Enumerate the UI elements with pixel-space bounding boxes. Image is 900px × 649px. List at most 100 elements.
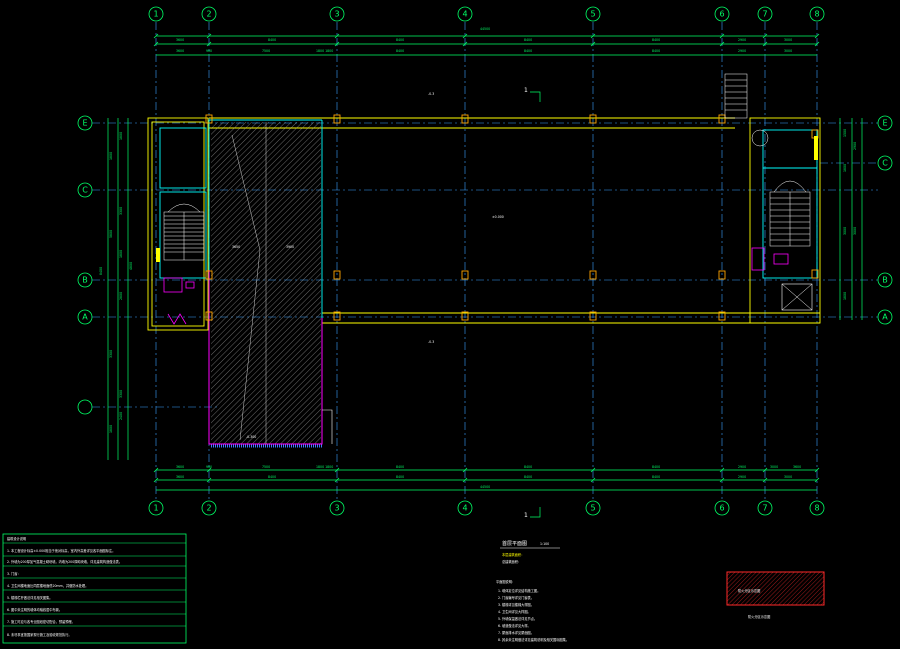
svg-text:2900: 2900	[853, 142, 857, 150]
axis-label-top-8: 8	[814, 10, 819, 19]
plan-note-2: 2. 门窗编号详见门窗表。	[498, 595, 534, 600]
axis-label-row-e-right: E	[882, 119, 887, 128]
fire-zone-stamp: 防火分区示意图 防火分区示意图	[726, 571, 825, 619]
svg-text:1500: 1500	[843, 129, 847, 137]
plan-note-3: 3. 楼梯详见楼梯大样图。	[498, 602, 534, 607]
axis-label-top-5: 5	[590, 10, 595, 19]
svg-text:3300: 3300	[109, 350, 113, 358]
svg-text:8400: 8400	[396, 49, 404, 53]
svg-text:3600: 3600	[176, 465, 184, 469]
title-block: 首层平面图 1:100 本层建筑面积： 总建筑面积： 平面图说明： 1. 墙体定…	[496, 540, 569, 642]
svg-text:2900: 2900	[738, 475, 746, 479]
area-line-1: 本层建筑面积：	[502, 552, 524, 557]
axis-label-row-c-right: C	[882, 159, 888, 168]
bottom-dims-row1: 3600 900 7500 1800 1800 8400 8400 8400 2…	[176, 465, 801, 469]
svg-text:7500: 7500	[262, 465, 270, 469]
svg-text:8400: 8400	[99, 267, 103, 275]
svg-text:1800 1800: 1800 1800	[316, 49, 333, 53]
svg-text:8400: 8400	[652, 49, 660, 53]
svg-text:8400: 8400	[524, 38, 532, 42]
left-staircase	[163, 203, 205, 261]
svg-text:3300: 3300	[119, 207, 123, 215]
axis-label-top-4: 4	[462, 10, 467, 19]
axis-mark-bottom: 1	[524, 512, 528, 519]
svg-text:1800 1800: 1800 1800	[316, 465, 333, 469]
svg-text:1800: 1800	[843, 292, 847, 300]
svg-text:3600: 3600	[176, 38, 184, 42]
right-wing-magenta	[751, 247, 789, 271]
drawing-title: 首层平面图	[502, 540, 527, 547]
horizontal-grid-lines	[92, 122, 878, 408]
svg-text:3000: 3000	[784, 38, 792, 42]
plan-note-5: 5. 外墙保温做法详见节点。	[498, 616, 537, 621]
svg-text:8400: 8400	[652, 38, 660, 42]
ramp-span-dim: 3900	[286, 245, 294, 249]
svg-text:900: 900	[206, 465, 212, 469]
note-line-5: 5. 楼梯栏杆做法详见相关图集。	[7, 595, 53, 600]
level-marker-top: -0.3	[428, 92, 434, 96]
ramp-side-wall	[322, 409, 333, 444]
note-line-7: 7. 施工时应与各专业图纸密切配合，预留预埋。	[7, 619, 75, 624]
top-dims-row2: 3600 900 7500 1800 1800 8400 8400 8400 2…	[176, 49, 792, 53]
axis-label-top-7: 7	[762, 10, 767, 19]
axis-label-row-b-left: B	[82, 276, 88, 285]
svg-text:8400: 8400	[524, 475, 532, 479]
svg-text:8400: 8400	[396, 38, 404, 42]
svg-text:8400: 8400	[268, 475, 276, 479]
svg-text:3600: 3600	[793, 465, 801, 469]
svg-text:3000: 3000	[784, 475, 792, 479]
svg-text:1800: 1800	[119, 250, 123, 258]
svg-text:3000: 3000	[784, 49, 792, 53]
overall-dimension-top: 44500	[480, 27, 490, 31]
svg-text:2900: 2900	[738, 465, 746, 469]
right-top-stair	[724, 73, 769, 147]
floor-plan-drawing: 1 2 3 4 5 6 7 8 1 2 3 4 5 6 7 8 E C B A …	[2, 6, 893, 644]
note-line-4: 4. 卫生间楼地面比同层楼地面低20mm，并做防水处理。	[7, 583, 88, 588]
svg-text:8400: 8400	[524, 49, 532, 53]
row-axis-bubbles	[77, 115, 893, 415]
svg-text:3600: 3600	[176, 475, 184, 479]
svg-text:7500: 7500	[262, 49, 270, 53]
level-marker-center: ±0.000	[492, 215, 504, 219]
axis-label-top-3: 3	[334, 10, 339, 19]
svg-text:900: 900	[206, 49, 212, 53]
note-line-1: 1. 本工程设计标高±0.000相当于绝对标高，室内外高差详见各平面图标注。	[7, 548, 115, 553]
svg-text:4800: 4800	[129, 262, 133, 270]
plan-note-6: 6. 坡道做法详见大样。	[498, 623, 531, 628]
plan-note-1: 1. 墙体定位详见结构施工图。	[498, 588, 540, 593]
axis-label-row-e-left: E	[82, 119, 87, 128]
axis-label-bottom-4: 4	[462, 504, 467, 513]
note-line-3: 3. 门窗：	[7, 571, 21, 576]
note-line-8: 8. 未尽事宜按国家现行施工及验收规范执行。	[7, 632, 72, 637]
drawing-scale: 1:100	[540, 542, 549, 546]
axis-label-top-2: 2	[206, 10, 211, 19]
svg-text:8400: 8400	[396, 465, 404, 469]
axis-mark-top: 1	[524, 87, 528, 94]
right-dims: 1500 1800 3000 3000 1800 2900	[843, 129, 857, 300]
section-marks	[530, 91, 541, 518]
axis-label-row-c-left: C	[82, 186, 88, 195]
fire-zone-caption: 防火分区示意图	[748, 614, 770, 619]
svg-text:1800: 1800	[843, 164, 847, 172]
svg-text:2900: 2900	[738, 49, 746, 53]
plan-note-7: 7. 屋面排水详见屋面图。	[498, 630, 534, 635]
plan-notes-header: 平面图说明：	[496, 579, 515, 584]
svg-text:3000: 3000	[853, 227, 857, 235]
left-door-yellow	[156, 248, 160, 262]
overall-dimension-bottom: 44500	[480, 485, 490, 489]
axis-label-bottom-5: 5	[590, 504, 595, 513]
svg-text:8400: 8400	[652, 465, 660, 469]
right-door-yellow	[814, 136, 818, 160]
ramp-bottom-level: -0.300	[246, 435, 256, 439]
right-staircase	[769, 180, 811, 247]
level-marker-bottom: -0.3	[428, 340, 434, 344]
bottom-dims-row2: 3600 8400 8400 8400 8400 8400 2900 3000	[176, 475, 792, 479]
fire-zone-label: 防火分区示意图	[738, 588, 760, 593]
svg-text:5800: 5800	[109, 230, 113, 238]
axis-label-bottom-7: 7	[762, 504, 767, 513]
axis-label-top-6: 6	[719, 10, 724, 19]
notes-panel: 建筑设计说明 1. 本工程设计标高±0.000相当于绝对标高，室内外高差详见各平…	[2, 533, 187, 644]
svg-text:1800: 1800	[109, 425, 113, 433]
svg-text:3000: 3000	[843, 227, 847, 235]
axis-label-bottom-8: 8	[814, 504, 819, 513]
